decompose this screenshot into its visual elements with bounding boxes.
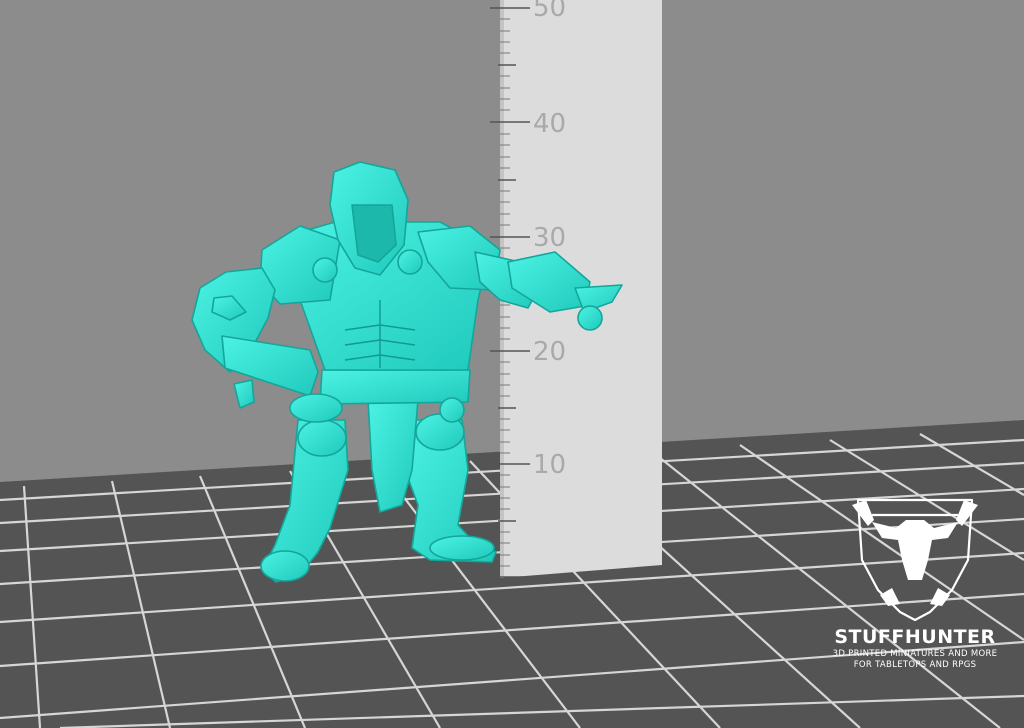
ruler-label-30: 30 xyxy=(533,223,566,253)
ruler-label-40: 40 xyxy=(533,109,566,139)
scene-canvas[interactable]: 50 40 30 20 10 STUFFHUNTER 3D PRINTED MI… xyxy=(0,0,1024,728)
3d-viewport[interactable]: 50 40 30 20 10 STUFFHUNTER 3D PRINTED MI… xyxy=(0,0,1024,728)
ruler-label-20: 20 xyxy=(533,337,566,367)
ruler-label-10: 10 xyxy=(533,450,566,480)
ruler-label-50: 50 xyxy=(533,0,566,23)
brand-tagline-1: 3D PRINTED MINIATURES AND MORE xyxy=(833,649,998,659)
brand-name: STUFFHUNTER xyxy=(834,626,995,648)
brand-tagline-2: FOR TABLETOPS AND RPGS xyxy=(854,660,977,670)
